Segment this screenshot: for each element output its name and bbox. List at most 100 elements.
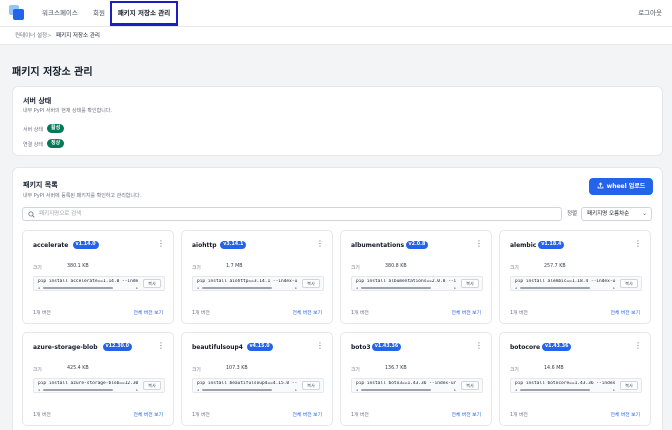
more-vertical-icon[interactable]: ⋮ [634, 342, 642, 350]
command-scrollbar[interactable]: ◂ ▸ [197, 388, 297, 392]
package-size-label: 크기 [192, 368, 201, 373]
package-size-label: 크기 [33, 368, 42, 373]
package-version-badge: v2.0.8 [405, 241, 429, 249]
copy-button[interactable]: 복사 [461, 381, 479, 390]
package-name: boto3 [351, 344, 371, 351]
install-command[interactable]: pip install boto3==1.43.36 --index-url [356, 381, 456, 386]
package-name: beautifulsoup4 [192, 344, 243, 351]
package-size-value: 14.6 MB [544, 366, 564, 371]
install-command-box: pip install accelerate==1.14.0 --index-u… [33, 276, 165, 291]
connection-state-badge: 정상 [47, 139, 65, 148]
install-command-box: pip install beautifulsoup4==4.15.0 --ind… [192, 378, 324, 393]
package-card: beautifulsoup4 v4.15.0 ⋮ 크기 107.3 KB pip inst… [181, 332, 333, 426]
package-size-label: 크기 [351, 266, 360, 271]
view-all-versions-link[interactable]: 전체 버전 보기 [133, 411, 163, 418]
view-all-versions-link[interactable]: 전체 버전 보기 [292, 309, 322, 316]
install-command[interactable]: pip install alembic==1.18.4 --index-url [515, 279, 615, 284]
version-count: 1개 버전 [351, 413, 369, 418]
package-version-badge: v1.14.0 [72, 241, 99, 249]
package-name: aiohttp [192, 242, 217, 249]
breadcrumb-separator: > [47, 33, 52, 39]
view-all-versions-link[interactable]: 전체 버전 보기 [610, 309, 640, 316]
version-count: 1개 버전 [192, 311, 210, 316]
chevron-down-icon: ⌄ [641, 210, 647, 217]
copy-button[interactable]: 복사 [143, 381, 161, 390]
copy-button[interactable]: 복사 [620, 381, 638, 390]
view-all-versions-link[interactable]: 전체 버전 보기 [451, 309, 481, 316]
server-status-title: 서버 상태 [23, 97, 52, 105]
version-count: 1개 버전 [510, 311, 528, 316]
view-all-versions-link[interactable]: 전체 버전 보기 [451, 411, 481, 418]
view-all-versions-link[interactable]: 전체 버전 보기 [133, 309, 163, 316]
install-command[interactable]: pip install accelerate==1.14.0 --index-u… [38, 279, 138, 284]
copy-button[interactable]: 복사 [620, 279, 638, 288]
logout-link[interactable]: 로그아웃 [638, 0, 662, 27]
connection-state-label: 연결 상태 [23, 142, 43, 148]
server-state-badge: 활성 [47, 124, 65, 133]
server-status-desc: 내부 PyPI 서버의 현재 상태를 확인합니다. [23, 108, 113, 114]
install-command[interactable]: pip install beautifulsoup4==4.15.0 --ind… [197, 381, 297, 386]
package-size-label: 크기 [510, 368, 519, 373]
view-all-versions-link[interactable]: 전체 버전 보기 [292, 411, 322, 418]
package-size-value: 1.7 MB [226, 264, 243, 269]
more-vertical-icon[interactable]: ⋮ [475, 342, 483, 350]
more-vertical-icon[interactable]: ⋮ [316, 240, 324, 248]
page-title: 패키지 저장소 관리 [12, 67, 93, 78]
package-size-label: 크기 [192, 266, 201, 271]
install-command[interactable]: pip install azure-storage-blob==12.30.0 … [38, 381, 138, 386]
top-nav: 워크스페이스 회원 패키지 저장소 관리 로그아웃 [0, 0, 672, 27]
search-icon [28, 211, 35, 218]
install-command-box: pip install boto3==1.43.36 --index-url ◂ ▸… [351, 378, 483, 393]
package-name: azure-storage-blob [33, 344, 98, 351]
more-vertical-icon[interactable]: ⋮ [634, 240, 642, 248]
package-version-badge: v1.43.36 [371, 343, 402, 351]
copy-button[interactable]: 복사 [461, 279, 479, 288]
sort-select-value: 패키지명 오름차순 [587, 211, 630, 217]
command-scrollbar[interactable]: ◂ ▸ [356, 388, 456, 392]
install-command[interactable]: pip install botocore==1.43.36 --index-ur… [515, 381, 615, 386]
view-all-versions-link[interactable]: 전체 버전 보기 [610, 411, 640, 418]
more-vertical-icon[interactable]: ⋮ [157, 240, 165, 248]
command-scrollbar[interactable]: ◂ ▸ [515, 286, 615, 290]
wheel-upload-button[interactable]: wheel 업로드 [589, 178, 653, 195]
more-vertical-icon[interactable]: ⋮ [316, 342, 324, 350]
package-card: boto3 v1.43.36 ⋮ 크기 136.7 KB pip install boto… [340, 332, 492, 426]
package-name: alembic [510, 242, 537, 249]
package-search-input[interactable] [39, 208, 554, 220]
package-size-label: 크기 [33, 266, 42, 271]
package-size-label: 크기 [510, 266, 519, 271]
copy-button[interactable]: 복사 [302, 279, 320, 288]
package-card: accelerate v1.14.0 ⋮ 크기 380.1 KB pip install … [22, 230, 174, 324]
command-scrollbar[interactable]: ◂ ▸ [38, 388, 138, 392]
package-name: botocore [510, 344, 541, 351]
sort-select[interactable]: 패키지명 오름차순 ⌄ [581, 207, 652, 221]
install-command-box: pip install botocore==1.43.36 --index-ur… [510, 378, 642, 393]
install-command[interactable]: pip install aiohttp==3.14.1 --index-url [197, 279, 297, 284]
app-logo[interactable] [9, 5, 24, 20]
nav-package-repository[interactable]: 패키지 저장소 관리 [110, 1, 178, 26]
package-card: azure-storage-blob v12.30.0 ⋮ 크기 425.4 KB pip… [22, 332, 174, 426]
package-version-badge: v4.15.0 [246, 343, 273, 351]
copy-button[interactable]: 복사 [143, 279, 161, 288]
command-scrollbar[interactable]: ◂ ▸ [356, 286, 456, 290]
install-command-box: pip install alembic==1.18.4 --index-url ◂… [510, 276, 642, 291]
more-vertical-icon[interactable]: ⋮ [157, 342, 165, 350]
version-count: 1개 버전 [351, 311, 369, 316]
version-count: 1개 버전 [33, 413, 51, 418]
package-size-value: 136.7 KB [385, 366, 407, 371]
breadcrumb-parent[interactable]: 컨테이너 설정 [15, 27, 47, 45]
nav-members[interactable]: 회원 [93, 0, 105, 27]
package-card: botocore v1.43.36 ⋮ 크기 14.6 MB pip install bo… [499, 332, 651, 426]
install-command-box: pip install azure-storage-blob==12.30.0 … [33, 378, 165, 393]
more-vertical-icon[interactable]: ⋮ [475, 240, 483, 248]
install-command[interactable]: pip install albumentations==2.0.8 --inde… [356, 279, 456, 284]
nav-workspace[interactable]: 워크스페이스 [42, 0, 78, 27]
command-scrollbar[interactable]: ◂ ▸ [515, 388, 615, 392]
package-card: alembic v1.18.4 ⋮ 크기 257.7 KB pip install ale… [499, 230, 651, 324]
package-size-value: 380.1 KB [67, 264, 89, 269]
copy-button[interactable]: 복사 [302, 381, 320, 390]
package-search-box [22, 207, 562, 221]
package-name: accelerate [33, 242, 69, 249]
command-scrollbar[interactable]: ◂ ▸ [197, 286, 297, 290]
command-scrollbar[interactable]: ◂ ▸ [38, 286, 138, 290]
